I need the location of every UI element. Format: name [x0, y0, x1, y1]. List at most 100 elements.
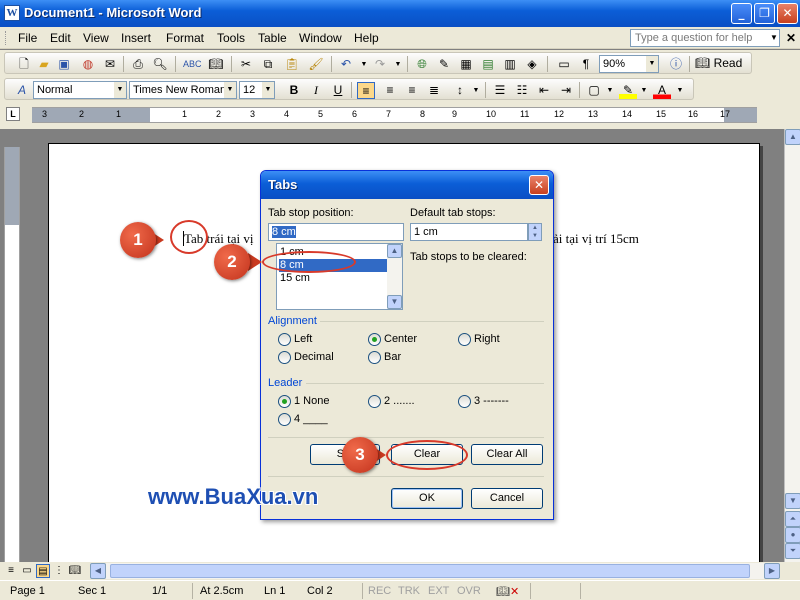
numbering-icon[interactable]: ☰	[491, 82, 509, 99]
horizontal-scroll-thumb[interactable]	[110, 564, 750, 578]
print-layout-icon[interactable]: ▤	[36, 564, 50, 578]
status-rec[interactable]: REC	[368, 585, 391, 597]
chevron-down-icon[interactable]: ▼	[646, 56, 658, 72]
tab-selector[interactable]: L	[6, 107, 20, 121]
status-ext[interactable]: EXT	[428, 585, 449, 597]
leader-dashes-label[interactable]: 3 -------	[474, 395, 509, 407]
font-size-select[interactable]: 12 ▼	[239, 81, 275, 99]
close-button[interactable]: ✕	[777, 3, 798, 24]
email-icon[interactable]: ✉	[101, 56, 119, 73]
cancel-button[interactable]: Cancel	[471, 488, 543, 509]
research-icon[interactable]: 📖︎	[207, 56, 225, 73]
tab-stop-position-input[interactable]: 8 cm	[268, 223, 404, 241]
chevron-down-icon[interactable]: ▼	[671, 82, 689, 99]
document-close-icon[interactable]: ✕	[786, 31, 796, 45]
leader-underline-label[interactable]: 4 ____	[294, 413, 328, 425]
tables-borders-icon[interactable]: ✎	[435, 56, 453, 73]
leader-dots-label[interactable]: 2 .......	[384, 395, 415, 407]
read-button[interactable]: 📖︎ Read	[695, 56, 742, 70]
alignment-bar-radio[interactable]	[368, 351, 381, 364]
style-select[interactable]: Normal ▼	[33, 81, 127, 99]
justify-icon[interactable]: ≣	[425, 82, 443, 99]
chevron-down-icon[interactable]: ▼	[768, 29, 780, 47]
default-tab-stops-input[interactable]: 1 cm	[410, 223, 528, 241]
vertical-ruler[interactable]	[4, 147, 20, 562]
chevron-down-icon[interactable]: ▼	[114, 82, 126, 98]
leader-none-radio[interactable]	[278, 395, 291, 408]
hyperlink-icon[interactable]: 🌐︎	[413, 56, 431, 73]
paste-icon[interactable]: 📋︎	[283, 56, 301, 73]
menu-grip[interactable]	[5, 31, 8, 45]
bold-icon[interactable]: B	[285, 82, 303, 99]
chevron-down-icon[interactable]: ▼	[467, 82, 485, 99]
menu-edit[interactable]: Edit	[50, 31, 71, 45]
open-folder-icon[interactable]: ▰	[35, 56, 53, 73]
alignment-left-radio[interactable]	[278, 333, 291, 346]
alignment-left-label[interactable]: Left	[294, 333, 312, 345]
list-scrollbar[interactable]: ▲ ▼	[387, 244, 402, 309]
menu-help[interactable]: Help	[354, 31, 379, 45]
scroll-down-icon[interactable]: ▼	[387, 295, 402, 309]
horizontal-scrollbar[interactable]: ◀ ▶	[90, 563, 780, 579]
help-question-input[interactable]: Type a question for help	[630, 29, 780, 47]
zoom-select[interactable]: 90% ▼	[599, 55, 659, 73]
font-select[interactable]: Times New Roman ▼	[129, 81, 237, 99]
status-trk[interactable]: TRK	[398, 585, 420, 597]
print-icon[interactable]: ⎙	[129, 56, 147, 73]
document-map-icon[interactable]: ▭	[555, 56, 573, 73]
format-painter-icon[interactable]: 🖌︎	[307, 56, 325, 73]
vertical-scrollbar[interactable]: ▲ ▼ ⏶ ● ⏷	[784, 129, 800, 562]
drawing-icon[interactable]: ◈	[523, 56, 541, 73]
scroll-up-icon[interactable]: ▲	[387, 244, 402, 258]
list-item[interactable]: 15 cm	[279, 272, 387, 285]
status-ovr[interactable]: OVR	[457, 585, 481, 597]
spin-button[interactable]: ▲ ▼	[528, 223, 542, 241]
copy-icon[interactable]: ⧉	[259, 56, 277, 73]
spelling-status-icon[interactable]: 📖︎✕	[496, 585, 519, 598]
show-hide-icon[interactable]: ¶	[577, 56, 595, 73]
chevron-down-icon[interactable]: ▼	[601, 82, 619, 99]
align-right-icon[interactable]: ≡	[403, 82, 421, 99]
alignment-center-radio[interactable]	[368, 333, 381, 346]
menu-file[interactable]: File	[18, 31, 37, 45]
horizontal-ruler[interactable]: 3 2 1 1 2 3 4 5 6 7 8 9 10 11 12 13 14 1…	[32, 107, 757, 123]
bullets-icon[interactable]: ☷	[513, 82, 531, 99]
insert-table-icon[interactable]: ▦	[457, 56, 475, 73]
leader-dashes-radio[interactable]	[458, 395, 471, 408]
menu-insert[interactable]: Insert	[121, 31, 151, 45]
restore-button[interactable]: ❐	[754, 3, 775, 24]
menu-view[interactable]: View	[83, 31, 109, 45]
align-left-icon[interactable]: ≡	[357, 82, 375, 99]
normal-view-icon[interactable]: ≡	[4, 564, 18, 578]
scroll-down-icon[interactable]: ▼	[785, 493, 800, 509]
menu-format[interactable]: Format	[166, 31, 204, 45]
scroll-up-icon[interactable]: ▲	[785, 129, 800, 145]
next-page-icon[interactable]: ⏷	[785, 543, 800, 559]
clear-all-button[interactable]: Clear All	[471, 444, 543, 465]
browse-object-icon[interactable]: ●	[785, 527, 800, 543]
underline-icon[interactable]: U	[329, 82, 347, 99]
increase-indent-icon[interactable]: ⇥	[557, 82, 575, 99]
menu-window[interactable]: Window	[299, 31, 342, 45]
leader-underline-radio[interactable]	[278, 413, 291, 426]
alignment-right-radio[interactable]	[458, 333, 471, 346]
chevron-down-icon[interactable]: ▼	[262, 82, 274, 98]
columns-icon[interactable]: ▥	[501, 56, 519, 73]
previous-page-icon[interactable]: ⏶	[785, 511, 800, 527]
alignment-bar-label[interactable]: Bar	[384, 351, 401, 363]
undo-icon[interactable]: ↶	[337, 56, 355, 73]
web-layout-icon[interactable]: ▭	[20, 564, 34, 578]
ok-button[interactable]: OK	[391, 488, 463, 509]
align-center-icon[interactable]: ≡	[381, 82, 399, 99]
alignment-decimal-radio[interactable]	[278, 351, 291, 364]
menu-table[interactable]: Table	[258, 31, 287, 45]
insert-excel-icon[interactable]: ▤	[479, 56, 497, 73]
styles-formatting-icon[interactable]: A	[13, 82, 31, 99]
print-preview-icon[interactable]: 🔍︎	[151, 56, 169, 73]
alignment-right-label[interactable]: Right	[474, 333, 500, 345]
help-icon[interactable]: ⓘ	[667, 56, 685, 73]
outline-view-icon[interactable]: ⋮	[52, 564, 66, 578]
dialog-close-button[interactable]: ✕	[529, 175, 549, 195]
minimize-button[interactable]: _	[731, 3, 752, 24]
permission-icon[interactable]: ◍	[79, 56, 97, 73]
